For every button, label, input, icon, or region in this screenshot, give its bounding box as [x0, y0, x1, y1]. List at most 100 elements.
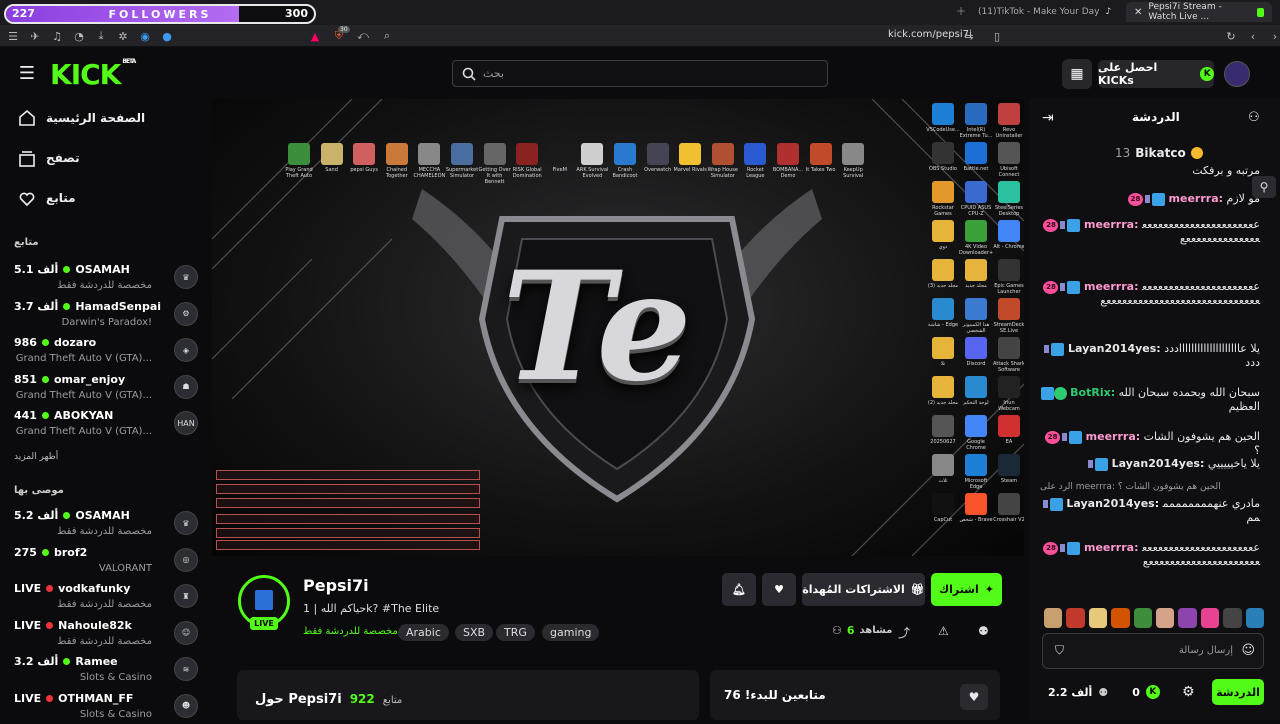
hamburger-menu-icon[interactable]: ☰: [18, 63, 36, 84]
sidebar-channel-ramee[interactable]: 3.2 ألف Ramee Slots & Casino ≋: [0, 653, 212, 687]
emoji-icon[interactable]: ☺: [1241, 643, 1255, 658]
emote-icon[interactable]: [1133, 608, 1153, 628]
emote-icon[interactable]: [1066, 608, 1085, 628]
url-text[interactable]: kick.com/pepsi7i: [888, 29, 972, 40]
channel-viewers: 3.7 ألف: [14, 299, 59, 313]
close-icon[interactable]: ✕: [1134, 7, 1142, 18]
sidebar-channel-othman_ff[interactable]: LIVE OTHMAN_FF Slots & Casino ☻: [0, 690, 212, 724]
chat-username[interactable]: meerrra: [1084, 218, 1134, 231]
sidebar-channel-osamah[interactable]: 5.2 ألف OSAMAH مخصصة للدردشة فقط ♛: [0, 507, 212, 541]
chat-send-button[interactable]: الدردشة: [1212, 679, 1264, 705]
kick-logo[interactable]: KICK BETA: [50, 58, 136, 91]
tag-sxb[interactable]: SXB: [455, 624, 494, 641]
goal-heart-button[interactable]: ♥: [960, 684, 988, 710]
sidebar-channel-dozaro[interactable]: 986 dozaro Grand Theft Auto V (GTA)... ◈: [0, 334, 212, 368]
menu-icon[interactable]: ☰: [6, 29, 20, 43]
chat-text: عععععععععععععععععععععععععععععععععععععععع…: [1141, 541, 1260, 568]
chat-username[interactable]: Layan2014yes: [1112, 457, 1200, 470]
chat-message-input[interactable]: إرسال رسالة ☺ ⛉: [1042, 633, 1264, 669]
back-icon[interactable]: ‹: [1246, 29, 1260, 43]
gifted-subs-button[interactable]: الاشتراكات المُهداة 🎁︎: [802, 573, 925, 606]
nav-home[interactable]: الصفحة الرئيسية: [46, 111, 145, 125]
search-placeholder: بحث: [483, 67, 504, 80]
pin-icon[interactable]: ✈: [28, 29, 42, 43]
emote-icon[interactable]: [1156, 608, 1175, 628]
music-icon[interactable]: ♫: [50, 29, 64, 43]
pinned-message[interactable]: 13 Bikatco: [1115, 146, 1203, 160]
chat-username[interactable]: meerrra: [1086, 430, 1136, 443]
search-input[interactable]: بحث: [452, 60, 828, 87]
nav-following[interactable]: متابع: [46, 191, 76, 205]
share-icon[interactable]: ⤺: [356, 29, 370, 43]
tab-tiktok[interactable]: (11)TikTok - Make Your Day ♪: [970, 2, 1120, 22]
chat-username[interactable]: Layan2014yes: [1068, 342, 1156, 355]
puzzle-icon[interactable]: ✲: [116, 29, 130, 43]
streamer-name[interactable]: Pepsi7i: [303, 576, 369, 595]
emote-icon[interactable]: [1044, 608, 1063, 628]
reload-icon[interactable]: ↻: [1224, 29, 1238, 43]
emote-icon[interactable]: [1200, 608, 1220, 628]
new-tab-icon[interactable]: +: [956, 4, 966, 18]
chat-message[interactable]: Layan2014yes: يلا ياخيييييي: [1040, 457, 1260, 471]
chat-username[interactable]: meerrra: [1169, 192, 1219, 205]
chat-message[interactable]: Layan2014yes: مادري عنهمممممممممم: [1040, 497, 1260, 525]
shield-blue-icon[interactable]: ◉: [138, 29, 152, 43]
emote-icon[interactable]: [1111, 608, 1130, 628]
circle-blue-icon[interactable]: ●: [160, 29, 174, 43]
emote-icon[interactable]: [1178, 608, 1197, 628]
bookmark-icon[interactable]: ▯: [990, 29, 1004, 43]
notification-button[interactable]: 🔔︎: [722, 573, 756, 606]
goal-text: 76 !متابعين للبدء: [724, 688, 826, 702]
chat-message[interactable]: BotRix: سبحان الله وبحمده سبحان الله الع…: [1040, 386, 1260, 414]
sidebar-channel-vodkafunky[interactable]: LIVE vodkafunky مخصصة للدردشة فقط ♜: [0, 580, 212, 614]
chat-message[interactable]: 28 meerrra: عععععععععععععععععععععععععععع…: [1040, 280, 1260, 308]
emote-icon[interactable]: [1245, 608, 1265, 628]
chat-username[interactable]: meerrra: [1084, 541, 1134, 554]
zoom-icon[interactable]: ⌕: [380, 29, 394, 43]
chat-username[interactable]: BotRix: [1070, 386, 1111, 399]
desktop-app-icon: [965, 142, 987, 164]
chat-message[interactable]: 28 meerrra: عععععععععععععععععععععععععععع…: [1040, 541, 1260, 569]
clock-icon[interactable]: ◔: [72, 29, 86, 43]
emote-icon[interactable]: [1223, 608, 1242, 628]
settings-slider-icon[interactable]: ⇋: [962, 29, 976, 43]
chat-users-icon[interactable]: ⚇: [1248, 110, 1260, 125]
emote-icon[interactable]: [1088, 608, 1108, 628]
store-button[interactable]: ▦: [1062, 59, 1092, 89]
chat-message[interactable]: 28 meerrra: مو لازم: [1040, 192, 1260, 206]
download-icon[interactable]: ⤓: [94, 29, 108, 43]
stream-category[interactable]: مخصصة للدردشة فقط: [303, 626, 398, 637]
sidebar-channel-omar_enjoy[interactable]: 851 omar_enjoy Grand Theft Auto V (GTA)...…: [0, 371, 212, 405]
sidebar-channel-abokyan[interactable]: 441 ABOKYAN Grand Theft Auto V (GTA)... HAN: [0, 407, 212, 441]
get-kicks-button[interactable]: احصل على KICKs K: [1098, 60, 1214, 88]
chat-username[interactable]: Layan2014yes: [1066, 497, 1154, 510]
collapse-chat-icon[interactable]: ⇥: [1042, 110, 1054, 126]
desktop-app-label: VSCodeUse...: [926, 127, 960, 133]
warning-icon[interactable]: ▲: [308, 29, 322, 43]
chat-username[interactable]: meerrra: [1084, 280, 1134, 293]
search-icon: [462, 67, 476, 81]
forward-icon[interactable]: ›: [1268, 29, 1280, 43]
nav-browse[interactable]: تصفح: [46, 151, 80, 165]
sidebar-channel-osamah[interactable]: 5.1 ألف OSAMAH مخصصة للدردشة فقط ♛: [0, 261, 212, 295]
chat-message[interactable]: مرتبه و برفكت: [1040, 164, 1260, 178]
chat-settings-icon[interactable]: ⚙: [1182, 684, 1195, 700]
follow-button[interactable]: ♥: [762, 573, 796, 606]
chat-message[interactable]: Layan2014yes: يلا عااااااااااااااااااااد…: [1040, 342, 1260, 370]
user-avatar[interactable]: [1224, 61, 1250, 87]
add-user-icon[interactable]: ⚉: [978, 624, 992, 638]
tag-gaming[interactable]: gaming: [542, 624, 600, 641]
shield-icon[interactable]: ⛉: [1055, 643, 1064, 658]
tag-arabic[interactable]: Arabic: [398, 624, 449, 641]
report-icon[interactable]: ⚠: [938, 624, 952, 638]
subscribe-button[interactable]: اشتراك ✦: [931, 573, 1002, 606]
sidebar-channel-brof2[interactable]: 275 brof2 VALORANT ◎: [0, 544, 212, 578]
show-more-link[interactable]: أظهر المزيد: [14, 452, 58, 462]
share-icon[interactable]: ⤴: [898, 624, 912, 640]
chat-message[interactable]: 28 meerrra: الحين هم يشوفون الشات ؟: [1040, 430, 1260, 458]
tag-trg[interactable]: TRG: [496, 624, 535, 641]
sidebar-channel-hamadsenpai[interactable]: 3.7 ألف HamadSenpai Darwin's Paradox! ⚙: [0, 298, 212, 332]
sidebar-channel-nahoule82k[interactable]: LIVE Nahoule82k مخصصة للدردشة فقط ☺: [0, 617, 212, 651]
chat-message[interactable]: 28 meerrra: عععععععععععععععععععععععععععع…: [1040, 218, 1260, 246]
tab-pepsi7i[interactable]: ✕ Pepsi7i Stream - Watch Live ...: [1126, 2, 1272, 22]
